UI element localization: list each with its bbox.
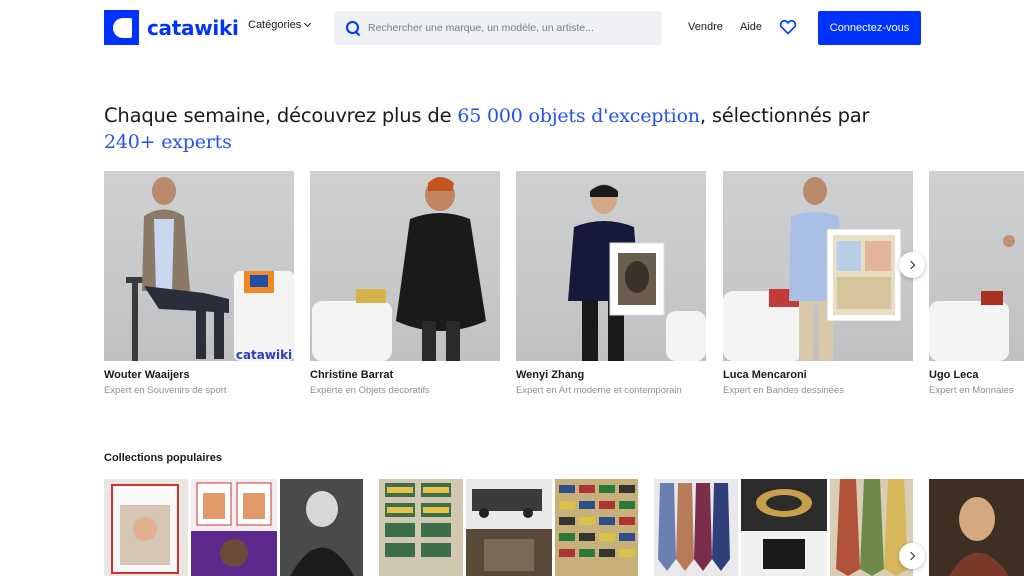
headline-text-1: Chaque semaine, découvrez plus de xyxy=(104,104,458,127)
expert-photo xyxy=(310,171,500,361)
collection-image xyxy=(191,479,277,576)
collection-image xyxy=(555,479,638,576)
catawiki-logo[interactable]: catawiki xyxy=(104,10,239,45)
collection-image xyxy=(929,479,1024,576)
expert-photo: catawiki xyxy=(104,171,294,361)
expert-card[interactable]: Ugo Leca Expert en Monnaies xyxy=(929,171,1024,396)
collection-card[interactable] xyxy=(379,479,638,576)
headline-accent-experts: 240+ experts xyxy=(104,131,232,153)
expert-role: Expert en Art moderne et contemporain xyxy=(516,385,682,396)
expert-role: Experte en Objets décoratifs xyxy=(310,385,430,396)
page-headline: Chaque semaine, découvrez plus de 65 000… xyxy=(104,103,904,155)
login-button[interactable]: Connectez-vous xyxy=(818,11,921,45)
collection-card[interactable] xyxy=(654,479,913,576)
collection-card[interactable] xyxy=(104,479,363,576)
collection-image xyxy=(280,479,363,576)
chevron-right-icon xyxy=(906,260,915,270)
collections-title: Collections populaires xyxy=(104,452,222,464)
expert-photo xyxy=(723,171,913,361)
sell-link[interactable]: Vendre xyxy=(688,21,723,33)
expert-role: Expert en Souvenirs de sport xyxy=(104,385,227,396)
categories-label: Catégories xyxy=(248,19,302,31)
collection-image xyxy=(379,479,463,576)
pedestal-logo: catawiki xyxy=(236,348,292,361)
experts-next-button[interactable] xyxy=(899,252,925,278)
favorites-heart-icon[interactable] xyxy=(779,19,797,35)
expert-photo xyxy=(516,171,706,361)
expert-name: Wouter Waaijers xyxy=(104,369,190,381)
collection-image xyxy=(741,479,827,576)
expert-card[interactable]: Christine Barrat Experte en Objets décor… xyxy=(310,171,500,396)
collection-image xyxy=(104,479,188,576)
help-link[interactable]: Aide xyxy=(740,21,762,33)
expert-photo xyxy=(929,171,1024,361)
expert-role: Expert en Bandes dessinées xyxy=(723,385,844,396)
categories-menu-button[interactable]: Catégories xyxy=(248,19,312,31)
expert-card[interactable]: Luca Mencaroni Expert en Bandes dessinée… xyxy=(723,171,913,396)
expert-card[interactable]: Wenyi Zhang Expert en Art moderne et con… xyxy=(516,171,706,396)
search-bar[interactable] xyxy=(334,11,662,45)
top-header: catawiki Catégories Vendre Aide Connecte… xyxy=(0,0,1024,56)
chevron-right-icon xyxy=(906,551,915,561)
collection-image xyxy=(466,479,552,576)
expert-role: Expert en Monnaies xyxy=(929,385,1014,396)
search-input[interactable] xyxy=(368,22,658,34)
chevron-down-icon xyxy=(304,19,312,28)
logo-mark-icon xyxy=(104,10,139,45)
collection-card[interactable] xyxy=(929,479,1024,576)
collections-next-button[interactable] xyxy=(899,543,925,569)
search-icon xyxy=(346,21,360,35)
headline-accent-objects: 65 000 objets d'exception xyxy=(457,105,700,127)
collection-image xyxy=(654,479,738,576)
expert-name: Ugo Leca xyxy=(929,369,979,381)
expert-card[interactable]: catawiki Wouter Waaijers Expert en Souve… xyxy=(104,171,294,396)
expert-name: Christine Barrat xyxy=(310,369,394,381)
expert-name: Luca Mencaroni xyxy=(723,369,807,381)
expert-name: Wenyi Zhang xyxy=(516,369,585,381)
headline-text-2: , sélectionnés par xyxy=(699,104,870,127)
logo-text: catawiki xyxy=(147,15,239,40)
